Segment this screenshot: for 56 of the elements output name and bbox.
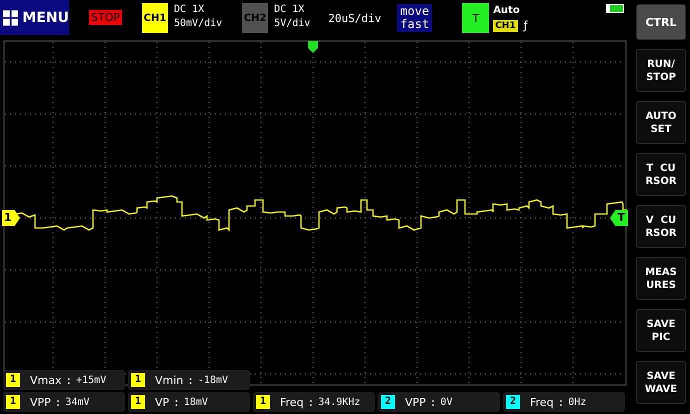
measurement-name: VP xyxy=(155,396,170,408)
sidebar-button[interactable]: RUN/ STOP xyxy=(636,49,686,92)
measurement-value: -18mV xyxy=(198,374,228,386)
colon-label: : xyxy=(54,396,62,408)
sidebar-button[interactable]: V CU RSOR xyxy=(636,205,686,248)
sidebar-button[interactable]: T CU RSOR xyxy=(636,153,686,196)
measurement-value: 0Hz xyxy=(568,396,586,408)
channel-badge: 1 xyxy=(6,373,20,387)
measurement-value: +15mV xyxy=(76,374,106,386)
trigger-position-icon xyxy=(308,41,318,53)
colon-label: : xyxy=(173,396,180,408)
trigger-level-marker[interactable]: T xyxy=(610,210,628,226)
menu-button[interactable]: MENU xyxy=(0,0,69,35)
channel-badge: 1 xyxy=(131,373,145,387)
trigger-button[interactable]: T xyxy=(462,3,490,33)
trigger-mode-label: Auto xyxy=(493,4,521,18)
measurement-value: 34.9KHz xyxy=(318,396,360,408)
measurement-name: Freq xyxy=(530,396,554,408)
channel-badge: 1 xyxy=(131,395,145,409)
scale-label: 50mV/div xyxy=(174,17,222,31)
trigger-source-badge: CH1 xyxy=(493,20,518,32)
measurement-value: 18mV xyxy=(184,396,208,408)
channel-badge: 2 xyxy=(381,395,395,409)
measurement-name: VPP xyxy=(30,396,51,408)
sidebar-button[interactable]: AUTO SET xyxy=(636,101,686,144)
measurement-name: VPP xyxy=(405,396,426,408)
measurement-name: Freq xyxy=(280,396,304,408)
probe-label: 1X xyxy=(192,3,204,17)
measurement-name: Vmax xyxy=(30,374,62,386)
grid-icon xyxy=(3,8,18,26)
colon-label: : xyxy=(558,396,564,408)
channel-badge: 1 xyxy=(6,395,20,409)
measurement-name: Vmin xyxy=(155,374,184,386)
sidebar-button[interactable]: CTRL xyxy=(636,4,686,40)
battery-icon xyxy=(606,4,624,13)
colon-label: : xyxy=(308,396,314,408)
colon-label: : xyxy=(430,396,436,408)
sidebar-button[interactable]: SAVE WAVE xyxy=(636,361,686,404)
colon-label: : xyxy=(187,374,194,386)
colon-label: : xyxy=(66,374,72,386)
edge-label: ƒ xyxy=(524,18,528,33)
probe-label: 1X xyxy=(292,3,304,17)
sidebar-button[interactable]: SAVE PIC xyxy=(636,309,686,352)
channel-badge: 1 xyxy=(256,395,270,409)
run-state-button[interactable]: STOP xyxy=(89,10,122,25)
scale-label: 5V/div xyxy=(274,17,310,31)
coupling-label: DC xyxy=(274,3,286,17)
move-mode-button[interactable]: move fast xyxy=(397,4,432,32)
measurement-value: 0V xyxy=(440,396,452,408)
timebase-label: 20uS/div xyxy=(328,12,382,25)
channel-marker[interactable]: 1 xyxy=(2,210,20,226)
measurement-value: 34mV xyxy=(65,396,90,408)
channel-badge: 2 xyxy=(506,395,520,409)
channel-button[interactable]: CH1 xyxy=(142,3,168,33)
coupling-label: DC xyxy=(174,3,186,17)
sidebar-button[interactable]: MEAS URES xyxy=(636,257,686,300)
